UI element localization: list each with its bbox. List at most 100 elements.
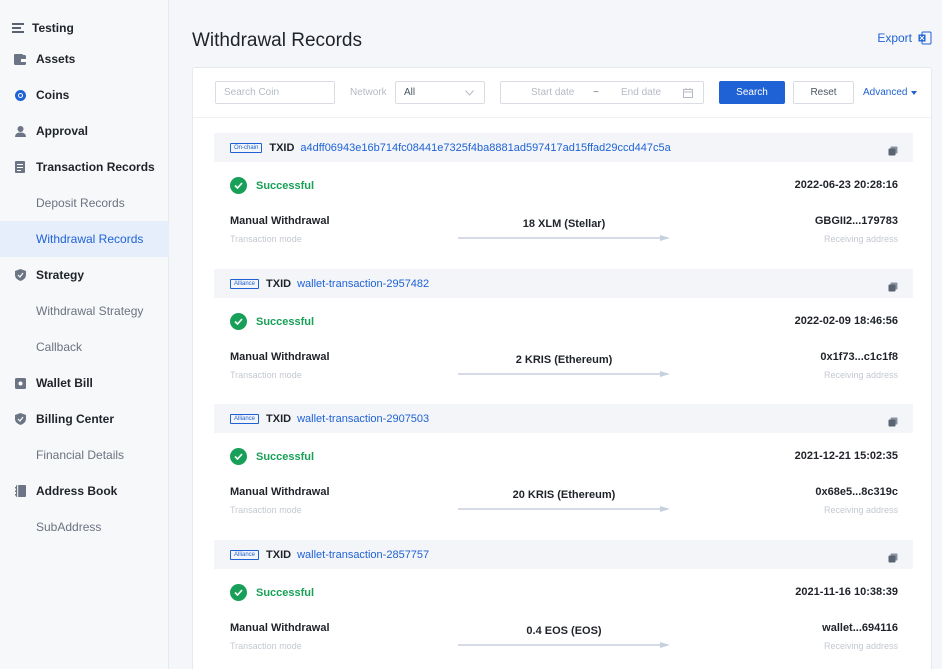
wallet-icon — [14, 53, 26, 65]
transaction-mode-label: Transaction mode — [230, 505, 302, 515]
transaction-mode-label: Transaction mode — [230, 641, 302, 651]
sidebar-item-label: Financial Details — [36, 448, 125, 462]
advanced-toggle[interactable]: Advanced — [863, 87, 918, 98]
sidebar-item-address-book[interactable]: Address Book — [0, 473, 169, 509]
user-icon — [14, 125, 26, 137]
search-button[interactable]: Search — [719, 81, 785, 104]
record-header: On-chain TXID a4dff06943e16b714fc08441e7… — [214, 133, 913, 162]
sidebar: Testing Assets Coins Approval Transactio… — [0, 0, 169, 669]
sidebar-item-withdrawal-strategy[interactable]: Withdrawal Strategy — [0, 293, 169, 329]
sidebar-item-label: Wallet Bill — [36, 376, 93, 390]
withdrawal-record: Alliance TXID wallet-transaction-2857757… — [214, 540, 913, 669]
txid-link[interactable]: wallet-transaction-2957482 — [297, 278, 429, 290]
receiving-address-label: Receiving address — [823, 641, 898, 651]
status-row: Successful — [230, 448, 314, 465]
status-text: Successful — [256, 179, 315, 192]
txid-label: TXID — [266, 548, 292, 561]
record-time: 2022-02-09 18:46:56 — [794, 315, 898, 327]
export-label: Export — [877, 31, 912, 45]
filter-bar: Search Coin Network All Start date ~ End… — [193, 68, 931, 118]
transaction-mode: Manual Withdrawal — [230, 622, 330, 634]
start-date-placeholder: Start date — [531, 87, 575, 98]
sidebar-item-withdrawal-records[interactable]: Withdrawal Records — [0, 221, 169, 257]
record-header: Alliance TXID wallet-transaction-2957482 — [214, 269, 913, 298]
sidebar-item-subaddress[interactable]: SubAddress — [0, 509, 169, 545]
sidebar-item-label: Withdrawal Strategy — [36, 304, 144, 318]
withdrawal-amount: 0.4 EOS (EOS) — [526, 625, 602, 637]
sidebar-item-label: Billing Center — [36, 412, 115, 426]
sidebar-item-label: Address Book — [36, 484, 118, 498]
sidebar-item-assets[interactable]: Assets — [0, 41, 169, 77]
status-text: Successful — [256, 315, 315, 328]
record-type-tag: On-chain — [230, 142, 263, 153]
reset-button[interactable]: Reset — [793, 81, 854, 104]
advanced-label: Advanced — [863, 87, 908, 98]
transaction-mode: Manual Withdrawal — [230, 215, 330, 227]
transaction-mode: Manual Withdrawal — [230, 351, 330, 363]
txid-label: TXID — [266, 412, 292, 425]
copy-icon[interactable] — [888, 550, 898, 563]
txid-label: TXID — [269, 141, 295, 154]
withdrawal-record: Alliance TXID wallet-transaction-2907503… — [214, 404, 913, 534]
app-brand[interactable]: Testing — [12, 20, 74, 36]
menu-icon[interactable] — [12, 23, 24, 33]
status-row: Successful — [230, 313, 314, 330]
sidebar-item-coins[interactable]: Coins — [0, 77, 169, 113]
document-icon — [14, 161, 26, 173]
receiving-address[interactable]: wallet...694116 — [822, 622, 898, 634]
caret-down-icon — [911, 90, 918, 95]
copy-icon[interactable] — [888, 143, 898, 156]
transaction-mode-label: Transaction mode — [230, 234, 302, 244]
calendar-icon — [683, 88, 693, 98]
record-header: Alliance TXID wallet-transaction-2857757 — [214, 540, 913, 569]
txid-link[interactable]: wallet-transaction-2857757 — [297, 549, 429, 561]
export-button[interactable]: Export — [877, 31, 932, 45]
sidebar-item-label: Assets — [36, 52, 76, 66]
success-check-icon — [230, 584, 247, 601]
receiving-address-label: Receiving address — [823, 370, 898, 380]
sidebar-item-wallet-bill[interactable]: Wallet Bill — [0, 365, 169, 401]
txid-link[interactable]: wallet-transaction-2907503 — [297, 413, 429, 425]
withdrawal-record: Alliance TXID wallet-transaction-2957482… — [214, 269, 913, 399]
transaction-mode-label: Transaction mode — [230, 370, 302, 380]
copy-icon[interactable] — [888, 279, 898, 292]
withdrawal-amount: 2 KRIS (Ethereum) — [515, 354, 613, 366]
sidebar-item-transaction-records[interactable]: Transaction Records — [0, 149, 169, 185]
book-icon — [14, 485, 26, 497]
sidebar-item-financial-details[interactable]: Financial Details — [0, 437, 169, 473]
search-coin-input[interactable]: Search Coin — [215, 81, 335, 104]
end-date-placeholder: End date — [621, 87, 662, 98]
receiving-address[interactable]: 0x68e5...8c319c — [815, 486, 898, 498]
sidebar-item-billing-center[interactable]: Billing Center — [0, 401, 169, 437]
sidebar-item-approval[interactable]: Approval — [0, 113, 169, 149]
withdrawal-amount: 18 XLM (Stellar) — [522, 218, 606, 230]
sidebar-item-strategy[interactable]: Strategy — [0, 257, 169, 293]
network-select[interactable]: All — [395, 81, 485, 104]
receiving-address[interactable]: GBGII2...179783 — [815, 215, 898, 227]
network-value: All — [404, 87, 416, 98]
sidebar-nav: Assets Coins Approval Transaction Record… — [0, 41, 169, 545]
receiving-address-label: Receiving address — [823, 234, 898, 244]
receiving-address-label: Receiving address — [823, 505, 898, 515]
date-range-picker[interactable]: Start date ~ End date — [500, 81, 704, 104]
receiving-address[interactable]: 0x1f73...c1c1f8 — [820, 351, 898, 363]
bill-icon — [14, 377, 26, 389]
copy-icon[interactable] — [888, 414, 898, 427]
sidebar-item-callback[interactable]: Callback — [0, 329, 169, 365]
sidebar-item-label: Deposit Records — [36, 196, 125, 210]
sidebar-item-label: SubAddress — [36, 520, 102, 534]
transaction-mode: Manual Withdrawal — [230, 486, 330, 498]
withdrawal-record: On-chain TXID a4dff06943e16b714fc08441e7… — [214, 133, 913, 263]
status-row: Successful — [230, 584, 314, 601]
txid-link[interactable]: a4dff06943e16b714fc08441e7325f4ba8881ad5… — [300, 142, 670, 154]
page-title: Withdrawal Records — [192, 30, 362, 51]
coin-icon — [14, 89, 26, 101]
arrow-right-icon — [458, 371, 670, 377]
sidebar-item-deposit-records[interactable]: Deposit Records — [0, 185, 169, 221]
record-type-tag: Alliance — [230, 549, 260, 560]
network-label: Network — [350, 87, 387, 98]
record-time: 2021-11-16 10:38:39 — [795, 586, 898, 598]
sidebar-item-label: Transaction Records — [36, 160, 155, 174]
record-type-tag: Alliance — [230, 278, 260, 289]
chevron-down-icon — [465, 90, 474, 96]
